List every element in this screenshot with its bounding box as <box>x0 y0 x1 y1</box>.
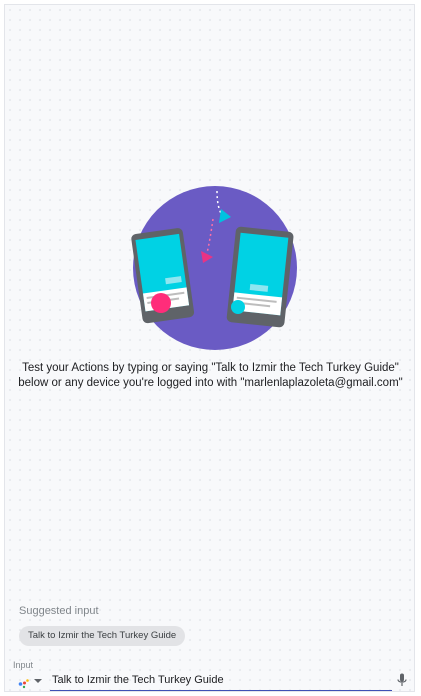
instructions-text: Test your Actions by typing or saying "T… <box>5 361 416 391</box>
query-input[interactable] <box>50 669 392 691</box>
input-label: Input <box>13 660 34 670</box>
instructions-line-2: below or any device you're logged into w… <box>18 377 403 389</box>
phones-illustration-icon <box>131 186 297 350</box>
assistant-icon[interactable] <box>18 675 30 689</box>
caret-down-icon[interactable] <box>34 678 42 684</box>
suggested-input-title: Suggested input <box>19 605 99 617</box>
simulator-panel: Test your Actions by typing or saying "T… <box>4 4 415 692</box>
suggestion-chip[interactable]: Talk to Izmir the Tech Turkey Guide <box>19 626 186 646</box>
instructions-line-1: Test your Actions by typing or saying "T… <box>22 362 399 374</box>
mic-icon[interactable] <box>397 673 407 688</box>
